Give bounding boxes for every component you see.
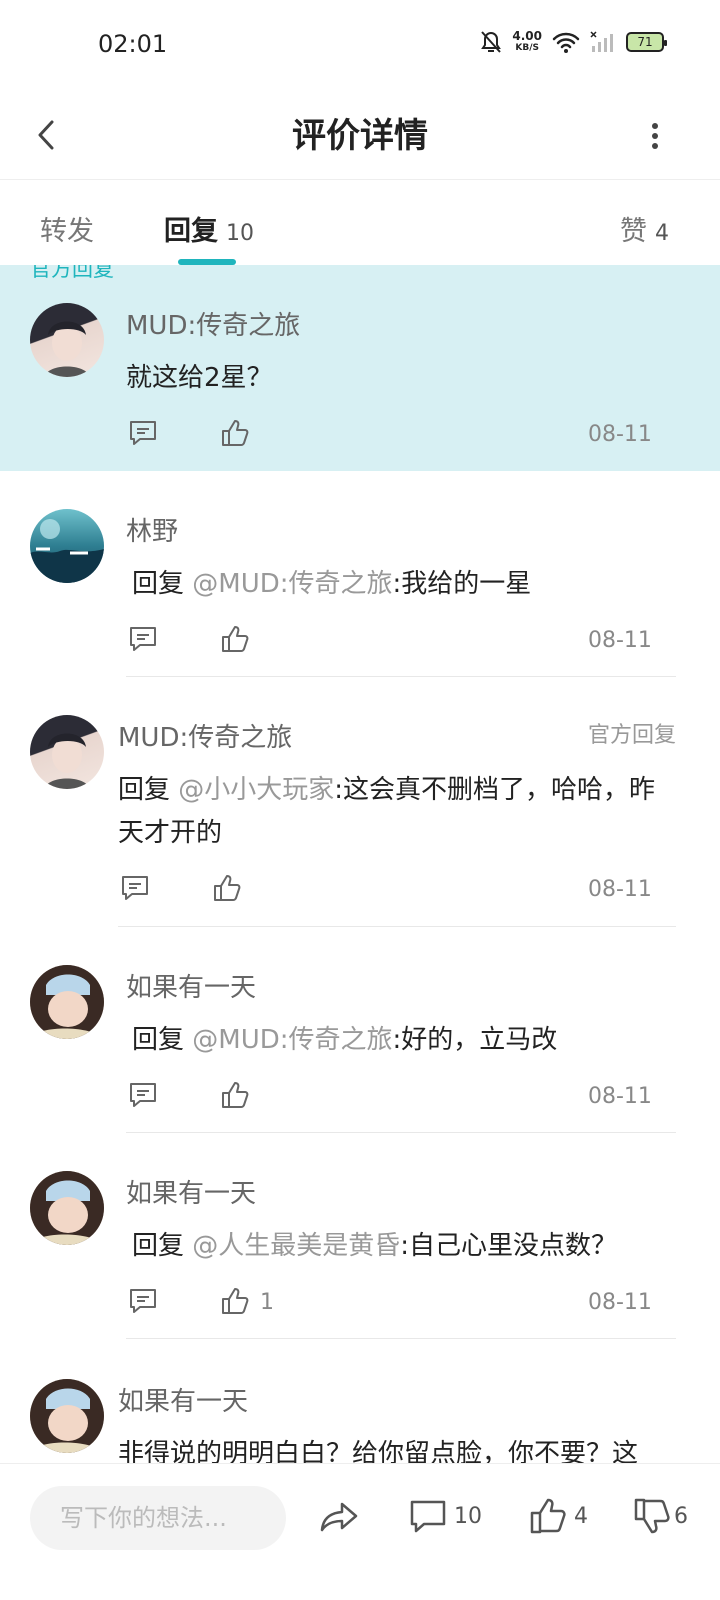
comment-icon[interactable] — [128, 624, 158, 654]
header-bar: 评价详情 — [0, 88, 720, 180]
tab-bar: 转发 回复 10 赞4 — [0, 181, 720, 265]
avatar[interactable] — [30, 1171, 104, 1245]
comment-input-placeholder: 写下你的想法... — [60, 1504, 227, 1532]
comment-date: 08-11 — [588, 628, 652, 653]
battery-icon: 71 — [626, 32, 667, 52]
reply-prefix: 回复 — [132, 1025, 193, 1055]
avatar[interactable] — [30, 509, 104, 583]
comment-body: :我给的一星 — [392, 569, 532, 599]
comment-text: 回复 @MUD:传奇之旅:我给的一星 — [132, 563, 692, 606]
tab-replies[interactable]: 回复 10 — [164, 209, 254, 248]
comment-date: 08-11 — [588, 1290, 652, 1315]
list-item[interactable]: 如果有一天 回复 @MUD:传奇之旅:好的，立马改 08-11 — [0, 927, 720, 1133]
username[interactable]: 如果有一天 — [126, 1173, 256, 1210]
list-item[interactable]: 如果有一天 非得说的明明白白？给你留点脸，你不要？这 — [0, 1339, 720, 1463]
official-reply-label: 官方回复 — [30, 265, 114, 281]
official-reply-badge: 官方回复 — [587, 723, 676, 748]
comment-date: 08-11 — [588, 422, 652, 447]
tab-forward[interactable]: 转发 — [40, 209, 94, 248]
comment-icon[interactable] — [128, 1080, 158, 1110]
avatar[interactable] — [30, 1379, 104, 1453]
page-title: 评价详情 — [292, 116, 428, 156]
status-bar: 02:01 4.00 KB/S 71 — [0, 0, 720, 88]
mention-link[interactable]: @小小大玩家 — [178, 775, 334, 805]
username[interactable]: 如果有一天 — [118, 1381, 248, 1418]
username[interactable]: 林野 — [126, 511, 178, 548]
battery-level: 71 — [637, 35, 653, 49]
tab-count: 10 — [226, 221, 254, 246]
more-options-icon[interactable] — [640, 110, 670, 160]
list-item[interactable]: 林野 回复 @MUD:传奇之旅:我给的一星 08-11 — [0, 471, 720, 677]
like-count: 1 — [260, 1290, 274, 1315]
comment-icon[interactable] — [128, 1286, 158, 1316]
comment-body: :自己心里没点数？ — [400, 1231, 618, 1261]
comment-date: 08-11 — [588, 1084, 652, 1109]
mention-link[interactable]: @MUD:传奇之旅 — [192, 1025, 392, 1055]
like-count: 4 — [574, 1504, 588, 1529]
comment-icon[interactable] — [128, 418, 158, 448]
username[interactable]: MUD:传奇之旅 — [118, 717, 292, 754]
thumbs-down-icon[interactable] — [632, 1496, 672, 1536]
share-icon[interactable] — [320, 1496, 360, 1536]
comment-text: 非得说的明明白白？给你留点脸，你不要？这 — [118, 1433, 698, 1463]
thumbs-up-icon[interactable] — [220, 624, 250, 654]
comment-body: 非得说的明明白白？给你留点脸，你不要？这 — [118, 1439, 639, 1463]
tab-label: 回复 — [164, 216, 218, 247]
comment-icon[interactable] — [120, 873, 150, 903]
tab-label: 转发 — [40, 216, 94, 247]
comment-count: 10 — [454, 1504, 482, 1529]
tab-label: 赞 — [620, 216, 647, 247]
speed-value: 4.00 — [512, 29, 542, 43]
avatar[interactable] — [30, 715, 104, 789]
thumbs-up-icon[interactable] — [220, 1286, 250, 1316]
cellular-signal-icon — [590, 31, 613, 52]
comment-date: 08-11 — [588, 877, 652, 902]
comment-text: 回复 @MUD:传奇之旅:好的，立马改 — [132, 1019, 692, 1062]
thumbs-up-icon[interactable] — [528, 1496, 568, 1536]
dislike-count: 6 — [674, 1504, 688, 1529]
avatar[interactable] — [30, 303, 104, 377]
comment-text: 回复 @小小大玩家:这会真不删档了，哈哈，昨天才开的 — [118, 769, 658, 855]
reply-prefix: 回复 — [132, 569, 193, 599]
list-item[interactable]: MUD:传奇之旅 官方回复 回复 @小小大玩家:这会真不删档了，哈哈，昨天才开的… — [0, 677, 720, 927]
thumbs-up-icon[interactable] — [212, 873, 242, 903]
reply-prefix: 回复 — [132, 1231, 193, 1261]
thumbs-up-icon[interactable] — [220, 1080, 250, 1110]
comment-body: :好的，立马改 — [392, 1025, 558, 1055]
reply-list[interactable]: 官方回复 MUD:传奇之旅 就这给2星？ 08-11 林野 回复 @MUD:传奇… — [0, 265, 720, 1463]
username[interactable]: 如果有一天 — [126, 967, 256, 1004]
reply-prefix: 回复 — [118, 775, 179, 805]
list-item[interactable]: 官方回复 MUD:传奇之旅 就这给2星？ 08-11 — [0, 265, 720, 471]
comment-input[interactable]: 写下你的想法... — [30, 1486, 286, 1550]
username[interactable]: MUD:传奇之旅 — [126, 305, 300, 342]
tab-count: 4 — [655, 221, 669, 246]
thumbs-up-icon[interactable] — [220, 418, 250, 448]
comment-text: 回复 @人生最美是黄昏:自己心里没点数？ — [132, 1225, 692, 1268]
mute-bell-icon — [481, 31, 502, 53]
list-item[interactable]: 如果有一天 回复 @人生最美是黄昏:自己心里没点数？ 1 08-11 — [0, 1133, 720, 1339]
bottom-action-bar: 写下你的想法... 10 4 6 — [0, 1463, 720, 1600]
comment-body: 就这给2星？ — [126, 363, 273, 393]
speed-unit: KB/S — [515, 43, 539, 53]
comment-text: 就这给2星？ — [126, 357, 686, 400]
tab-likes[interactable]: 赞4 — [620, 209, 669, 248]
status-time: 02:01 — [98, 30, 168, 58]
wifi-icon — [552, 32, 580, 53]
mention-link[interactable]: @MUD:传奇之旅 — [192, 569, 392, 599]
comment-icon[interactable] — [408, 1496, 448, 1536]
mention-link[interactable]: @人生最美是黄昏 — [192, 1231, 400, 1261]
avatar[interactable] — [30, 965, 104, 1039]
status-icons: 4.00 KB/S 71 — [480, 30, 667, 54]
network-speed: 4.00 KB/S — [512, 30, 542, 54]
